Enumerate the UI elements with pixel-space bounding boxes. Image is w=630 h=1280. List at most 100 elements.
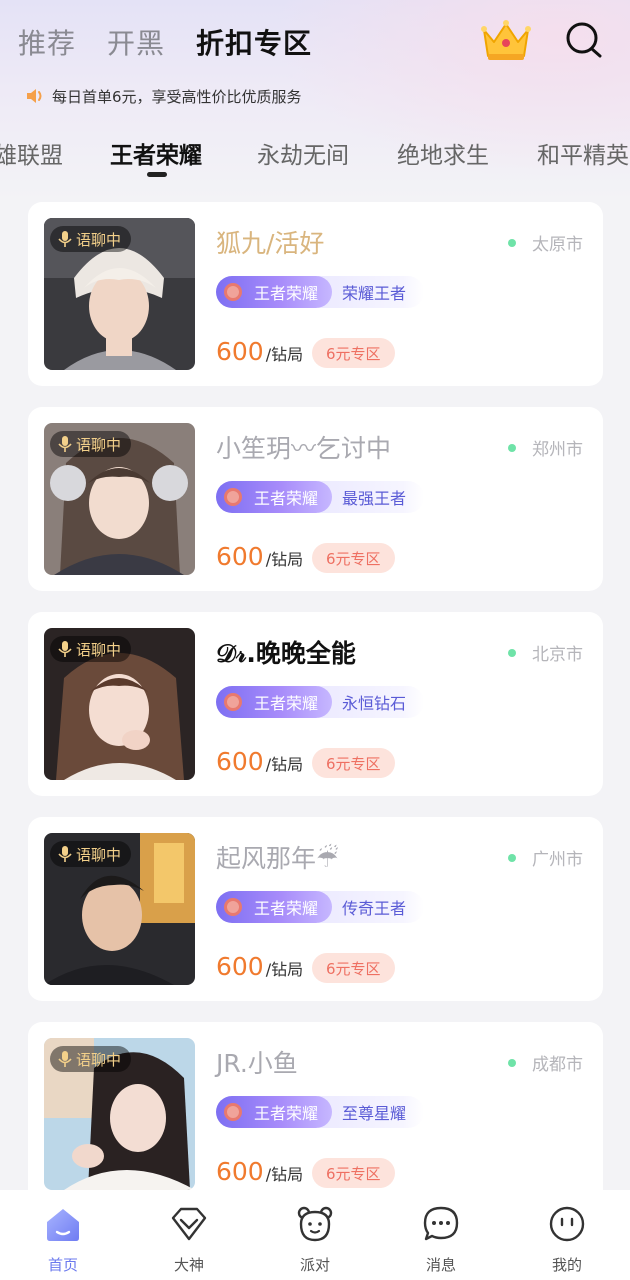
game-tab-lol[interactable]: 雄联盟 bbox=[0, 136, 63, 170]
voice-status: 语聊中 bbox=[76, 640, 122, 659]
price-unit: /钻局 bbox=[265, 1165, 304, 1184]
game-tab-honor-of-kings[interactable]: 王者荣耀 bbox=[110, 136, 202, 170]
player-avatar[interactable]: 语聊中 bbox=[44, 423, 195, 575]
nav-masters-label: 大神 bbox=[173, 1256, 204, 1274]
nav-profile[interactable]: 我的 bbox=[527, 1204, 607, 1275]
promo-badge: 6元专区 bbox=[312, 543, 395, 573]
price-value: 600 bbox=[216, 952, 264, 981]
nav-party-label: 派对 bbox=[299, 1256, 330, 1274]
game-tab-naraka[interactable]: 永劫无间 bbox=[257, 136, 349, 170]
promo-badge: 6元专区 bbox=[312, 953, 395, 983]
home-icon bbox=[47, 1209, 79, 1241]
game-label: 王者荣耀 bbox=[254, 284, 319, 303]
price-unit: /钻局 bbox=[265, 345, 304, 364]
price-unit: /钻局 bbox=[265, 550, 304, 569]
tab-recommend[interactable]: 推荐 bbox=[18, 22, 76, 62]
player-name[interactable]: 小笙玥〰乞讨中 bbox=[216, 429, 391, 465]
price-value: 600 bbox=[216, 747, 264, 776]
voice-chat-badge: 语聊中 bbox=[50, 226, 132, 252]
active-tab-indicator bbox=[147, 172, 167, 177]
voice-status: 语聊中 bbox=[76, 845, 122, 864]
voice-chat-badge: 语聊中 bbox=[50, 431, 132, 457]
player-card[interactable]: 语聊中 起风那年☔ 广州市 王者荣耀 传奇王者 600 /钻局 6元专区 bbox=[28, 817, 603, 1001]
player-avatar[interactable]: 语聊中 bbox=[44, 1038, 195, 1190]
voice-chat-badge: 语聊中 bbox=[50, 841, 132, 867]
voice-chat-badge: 语聊中 bbox=[50, 636, 132, 662]
microphone-icon bbox=[58, 846, 72, 862]
promo-badge: 6元专区 bbox=[312, 748, 395, 778]
game-rank-tag: 王者荣耀 传奇王者 bbox=[216, 891, 425, 923]
game-tabs: 雄联盟 王者荣耀 永劫无间 绝地求生 和平精英 bbox=[0, 130, 630, 180]
price-unit: /钻局 bbox=[265, 755, 304, 774]
online-dot bbox=[508, 853, 516, 862]
player-city: 广州市 bbox=[508, 845, 583, 870]
game-tab-peace-elite[interactable]: 和平精英 bbox=[537, 136, 629, 170]
game-rank-tag: 王者荣耀 荣耀王者 bbox=[216, 276, 425, 308]
microphone-icon bbox=[58, 436, 72, 452]
game-logo-icon bbox=[224, 693, 242, 711]
nav-party[interactable]: 派对 bbox=[275, 1204, 355, 1275]
game-rank-tag: 王者荣耀 永恒钻石 bbox=[216, 686, 425, 718]
nav-home-label: 首页 bbox=[47, 1256, 78, 1274]
tab-team-up[interactable]: 开黑 bbox=[107, 22, 165, 62]
rank-label: 传奇王者 bbox=[342, 899, 407, 918]
nav-messages[interactable]: 消息 bbox=[401, 1204, 481, 1275]
player-name[interactable]: 𝒟𝓇.晚晚全能 bbox=[216, 634, 356, 670]
promo-badge: 6元专区 bbox=[312, 1158, 395, 1188]
rank-label: 永恒钻石 bbox=[342, 694, 407, 713]
voice-status: 语聊中 bbox=[76, 1050, 122, 1069]
price: 600 /钻局 bbox=[216, 542, 303, 571]
player-name[interactable]: JR.小鱼 bbox=[216, 1044, 298, 1080]
microphone-icon bbox=[58, 1051, 72, 1067]
price-value: 600 bbox=[216, 337, 264, 366]
nav-masters[interactable]: 大神 bbox=[149, 1204, 229, 1275]
game-rank-tag: 王者荣耀 至尊星耀 bbox=[216, 1096, 425, 1128]
chat-bubble-icon bbox=[423, 1206, 459, 1241]
city-label: 郑州市 bbox=[532, 440, 583, 460]
city-label: 成都市 bbox=[532, 1055, 583, 1075]
game-label: 王者荣耀 bbox=[254, 489, 319, 508]
game-label: 王者荣耀 bbox=[254, 694, 319, 713]
game-logo-icon bbox=[224, 283, 242, 301]
game-label: 王者荣耀 bbox=[254, 1104, 319, 1123]
game-tab-pubg[interactable]: 绝地求生 bbox=[397, 136, 489, 170]
player-card[interactable]: 语聊中 小笙玥〰乞讨中 郑州市 王者荣耀 最强王者 600 /钻局 6元专区 bbox=[28, 407, 603, 591]
online-dot bbox=[508, 238, 516, 247]
price: 600 /钻局 bbox=[216, 1157, 303, 1186]
player-card[interactable]: 语聊中 狐九/活好 太原市 王者荣耀 荣耀王者 600 /钻局 6元专区 bbox=[28, 202, 603, 386]
city-label: 北京市 bbox=[532, 645, 583, 665]
player-name[interactable]: 狐九/活好 bbox=[216, 224, 324, 260]
city-label: 太原市 bbox=[532, 235, 583, 255]
promo-notice: 每日首单6元，享受高性价比优质服务 bbox=[24, 84, 302, 108]
voice-status: 语聊中 bbox=[76, 230, 122, 249]
top-nav: 推荐 开黑 折扣专区 bbox=[0, 0, 630, 84]
game-logo-icon bbox=[224, 1103, 242, 1121]
player-card[interactable]: 语聊中 𝒟𝓇.晚晚全能 北京市 王者荣耀 永恒钻石 600 /钻局 6元专区 bbox=[28, 612, 603, 796]
speaker-icon bbox=[27, 89, 42, 103]
promo-badge: 6元专区 bbox=[312, 338, 395, 368]
player-avatar[interactable]: 语聊中 bbox=[44, 218, 195, 370]
nav-home[interactable]: 首页 bbox=[23, 1204, 103, 1275]
player-avatar[interactable]: 语聊中 bbox=[44, 833, 195, 985]
player-card[interactable]: 语聊中 JR.小鱼 成都市 王者荣耀 至尊星耀 600 /钻局 6元专区 bbox=[28, 1022, 603, 1206]
crown-icon[interactable] bbox=[478, 16, 534, 64]
game-label: 王者荣耀 bbox=[254, 899, 319, 918]
tab-discount-zone[interactable]: 折扣专区 bbox=[196, 22, 312, 62]
player-city: 成都市 bbox=[508, 1050, 583, 1075]
game-logo-icon bbox=[224, 488, 242, 506]
player-name[interactable]: 起风那年☔ bbox=[216, 839, 338, 875]
player-city: 太原市 bbox=[508, 230, 583, 255]
rank-label: 至尊星耀 bbox=[342, 1104, 407, 1123]
profile-face-icon bbox=[549, 1206, 585, 1242]
player-city: 北京市 bbox=[508, 640, 583, 665]
online-dot bbox=[508, 443, 516, 452]
game-logo-icon bbox=[224, 898, 242, 916]
nav-messages-label: 消息 bbox=[425, 1256, 456, 1274]
price-value: 600 bbox=[216, 542, 264, 571]
bear-icon bbox=[297, 1206, 333, 1242]
player-avatar[interactable]: 语聊中 bbox=[44, 628, 195, 780]
search-icon[interactable] bbox=[562, 18, 606, 62]
nav-profile-label: 我的 bbox=[551, 1256, 582, 1274]
online-dot bbox=[508, 648, 516, 657]
microphone-icon bbox=[58, 641, 72, 657]
